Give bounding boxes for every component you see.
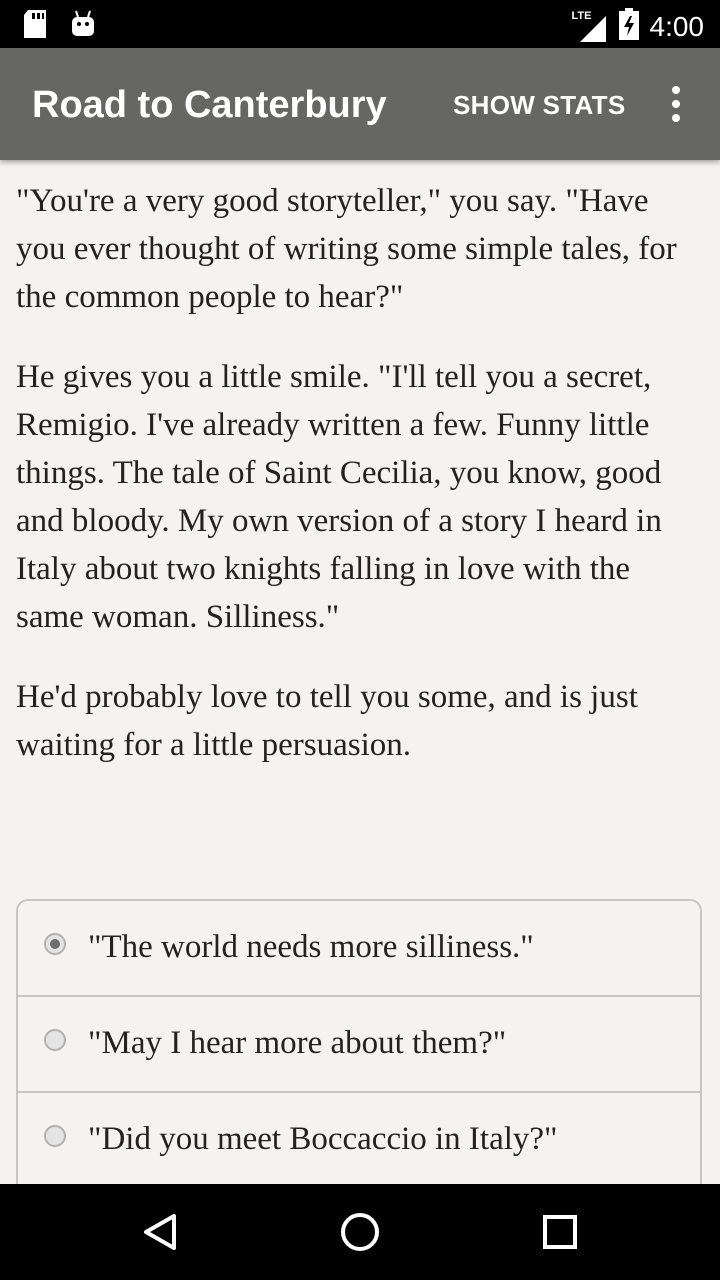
choice-option[interactable]: "May I hear more about them?"	[18, 997, 700, 1093]
clock: 4:00	[649, 10, 705, 42]
choice-option[interactable]: "The world needs more silliness."	[18, 901, 700, 997]
choice-option[interactable]: "Did you meet Boccaccio in Italy?"	[18, 1093, 700, 1189]
signal-icon: LTE	[572, 10, 608, 42]
choice-label: "May I hear more about them?"	[88, 1025, 507, 1061]
radio-checked-icon[interactable]	[44, 933, 66, 955]
story-paragraph: "You're a very good storyteller," you sa…	[16, 183, 677, 315]
android-icon	[70, 10, 96, 43]
choice-label: "The world needs more silliness."	[88, 929, 534, 965]
show-stats-button[interactable]: SHOW STATS	[453, 88, 625, 122]
navigation-bar	[0, 1184, 720, 1280]
story-paragraph: He'd probably love to tell you some, and…	[16, 679, 638, 763]
choice-label: "Did you meet Boccaccio in Italy?"	[88, 1121, 558, 1157]
choice-list: "The world needs more silliness." "May I…	[16, 899, 702, 1219]
status-bar: LTE 4:00	[0, 0, 720, 48]
battery-icon	[618, 8, 640, 45]
radio-unchecked-icon[interactable]	[44, 1029, 66, 1051]
overflow-menu-icon[interactable]	[656, 84, 696, 124]
radio-unchecked-icon[interactable]	[44, 1125, 66, 1147]
app-title: Road to Canterbury	[32, 84, 387, 126]
story-paragraph: He gives you a little smile. "I'll tell …	[16, 359, 662, 635]
home-icon[interactable]	[336, 1208, 384, 1256]
recents-icon[interactable]	[536, 1208, 584, 1256]
sd-card-icon	[22, 10, 48, 43]
back-icon[interactable]	[136, 1208, 184, 1256]
story-text: "You're a very good storyteller," you sa…	[16, 177, 706, 801]
app-bar: Road to Canterbury SHOW STATS	[0, 48, 720, 160]
